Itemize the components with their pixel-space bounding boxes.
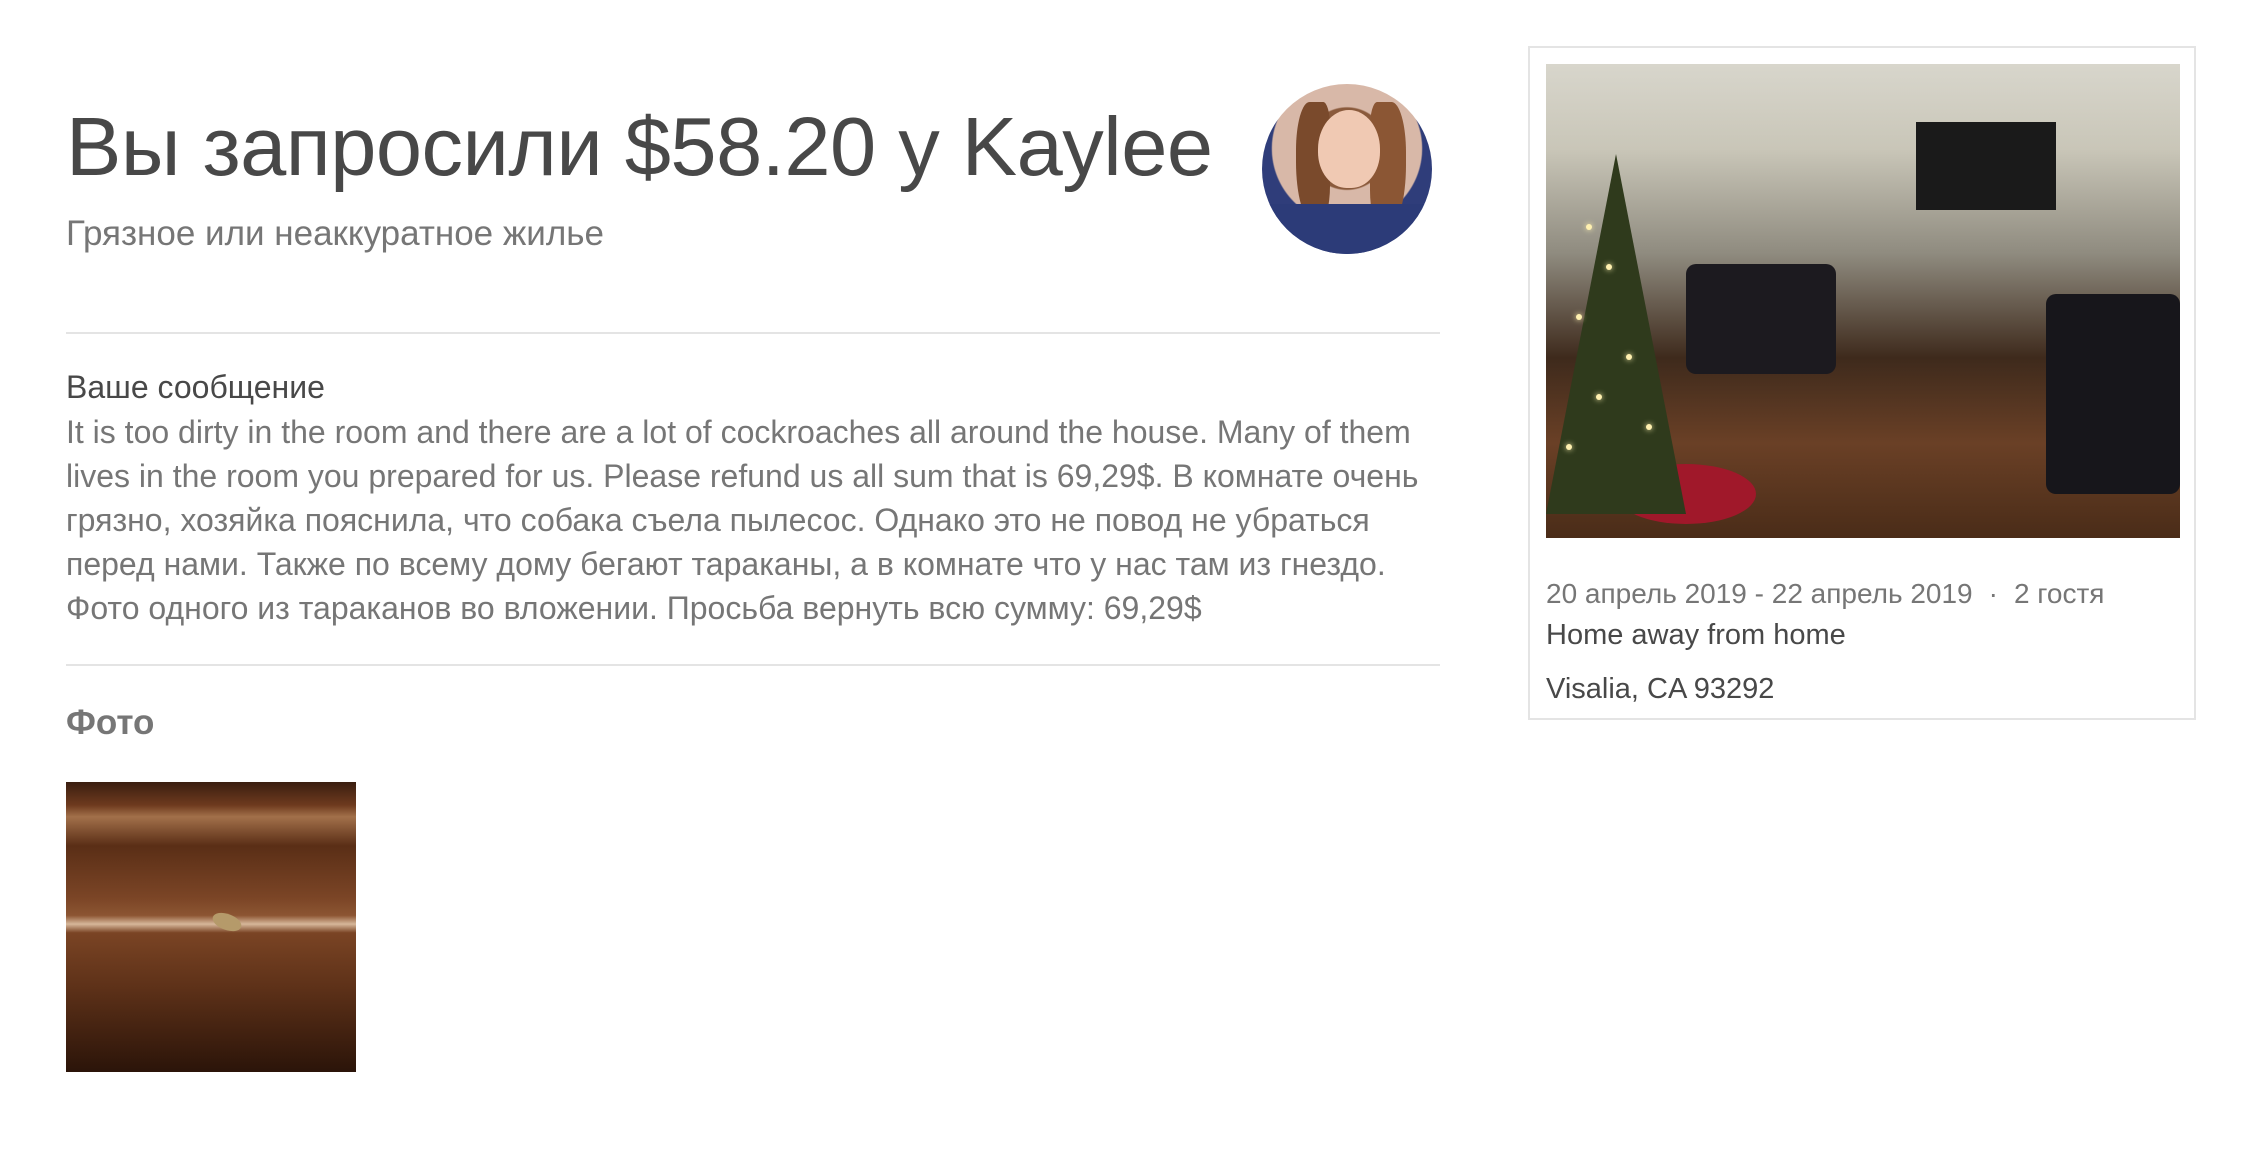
photo-tree-light [1566, 444, 1572, 450]
photos-heading: Фото [66, 703, 155, 742]
listing-photo[interactable] [1546, 64, 2180, 538]
page-title: Вы запросили $58.20 у Kaylee [66, 100, 1213, 193]
separator-dot: · [1988, 578, 1998, 609]
photo-tree-light [1576, 314, 1582, 320]
photo-tree-light [1646, 424, 1652, 430]
guest-count: 2 гостя [2013, 578, 2105, 609]
attached-photo-thumbnail[interactable] [66, 782, 356, 1072]
avatar-face [1318, 110, 1380, 188]
divider [66, 664, 1440, 666]
photo-tv [1916, 122, 2056, 210]
message-heading: Ваше сообщение [66, 369, 325, 405]
message-body: It is too dirty in the room and there ar… [66, 414, 1419, 626]
avatar-shirt [1262, 204, 1432, 254]
photo-tree-light [1596, 394, 1602, 400]
reservation-dates-row: 20 апрель 2019 - 22 апрель 2019 · 2 гостя [1546, 576, 2104, 612]
reservation-dates: 20 апрель 2019 - 22 апрель 2019 [1546, 578, 1973, 609]
photo-tree-light [1586, 224, 1592, 230]
photo-sofa [2046, 294, 2180, 494]
divider [66, 332, 1440, 334]
photo-tree-light [1626, 354, 1632, 360]
request-reason: Грязное или неаккуратное жилье [66, 214, 604, 253]
photo-tree-light [1606, 264, 1612, 270]
host-avatar[interactable] [1262, 84, 1432, 254]
photo-christmas-tree [1546, 154, 1686, 514]
listing-location: Visalia, CA 93292 [1546, 673, 1775, 705]
listing-name-link[interactable]: Home away from home [1546, 616, 1846, 654]
reservation-card: 20 апрель 2019 - 22 апрель 2019 · 2 гостя … [1528, 46, 2196, 720]
photo-sofa [1686, 264, 1836, 374]
cockroach-image-detail [210, 909, 244, 935]
